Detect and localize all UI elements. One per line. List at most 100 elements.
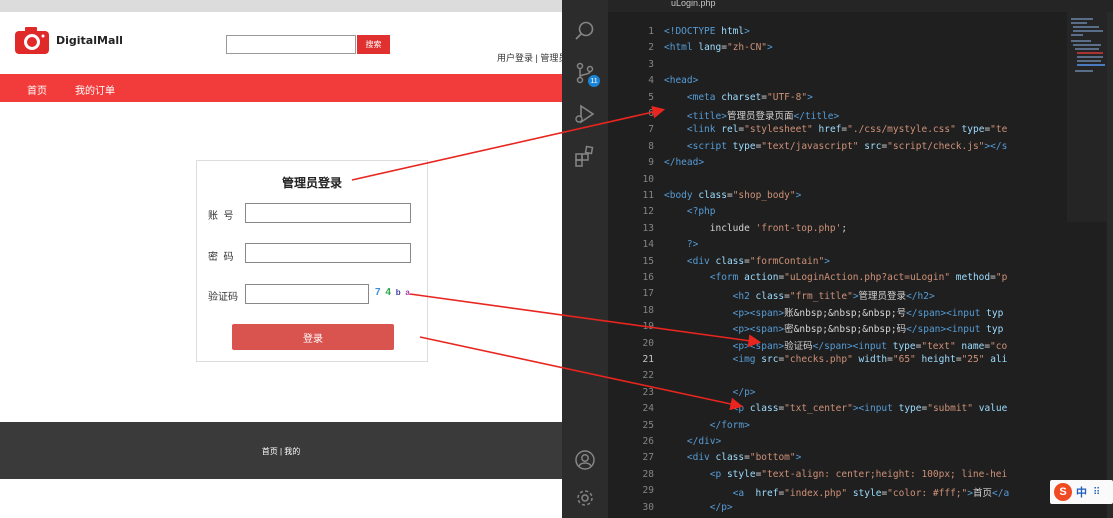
code-line[interactable]: <script type="text/javascript" src="scri… [664,141,1007,152]
captcha-char: b [395,288,402,297]
code-line[interactable]: <p class="txt_center"><input type="submi… [664,403,1008,414]
camera-icon [14,25,50,55]
settings-gear-icon[interactable] [574,487,596,509]
code-line[interactable]: </p> [664,502,733,513]
code-line[interactable]: <body class="shop_body"> [664,190,801,201]
line-number: 3 [648,58,654,70]
code-line[interactable]: <h2 class="frm_title">管理员登录</h2> [664,288,935,302]
line-number: 2 [648,42,654,54]
captcha-image[interactable]: 7 4 b a [375,287,411,298]
code-line[interactable]: include 'front-top.php'; [664,223,847,234]
line-number: 16 [642,272,654,283]
sogou-ime-icon[interactable]: S [1054,483,1072,501]
line-number: 12 [642,206,654,218]
line-number: 20 [642,337,654,349]
line-number: 25 [642,419,654,431]
activity-bar: 11 [562,0,608,518]
line-number: 9 [648,157,654,169]
captcha-input[interactable] [245,284,369,304]
line-number: 7 [648,124,654,136]
line-number: 21 [642,354,654,365]
line-number: 27 [642,452,654,464]
line-number: 15 [642,255,654,267]
code-line[interactable]: <html lang="zh-CN"> [664,42,773,53]
ime-menu-icon[interactable]: ⠿ [1093,487,1100,498]
main-nav: 首页 我的订单 [0,74,562,102]
code-line[interactable]: <p><span>账&nbsp;&nbsp;&nbsp;号</span><inp… [664,305,1004,319]
nav-item-home[interactable]: 首页 [27,82,47,97]
line-number: 1 [648,26,654,37]
code-line[interactable]: </form> [664,420,750,431]
line-number: 8 [648,140,654,152]
code-line[interactable]: <form action="uLoginAction.php?act=uLogi… [664,272,1008,283]
code-line[interactable]: <?php [664,206,716,217]
login-form: 管理员登录 账 号 密 码 验证码 7 4 b a 登录 [196,160,428,362]
code-line[interactable]: <img src="checks.php" width="65" height=… [664,354,1008,365]
run-debug-icon[interactable] [574,103,596,125]
tab-ulogin-php[interactable]: uLogin.php [671,0,716,8]
source-control-badge: 11 [588,75,600,87]
code-area[interactable]: <!DOCTYPE html> <html lang="zh-CN"> <head>… [664,12,1064,518]
line-number: 5 [648,91,654,103]
code-line[interactable]: </p> [664,387,756,398]
captcha-char: 7 [375,287,382,298]
line-number: 29 [642,485,654,497]
user-login-links[interactable]: 用户登录 | 管理员 [497,51,562,64]
site-logo[interactable]: DigitalMall [14,25,123,55]
line-number: 26 [642,436,654,447]
code-line[interactable]: <p><span>密&nbsp;&nbsp;&nbsp;码</span><inp… [664,321,1004,335]
line-number: 19 [642,321,654,333]
line-number: 24 [642,403,654,415]
browser-top-strip [0,0,562,12]
code-line[interactable]: <head> [664,75,698,86]
code-line[interactable]: <title>管理员登录页面</title> [664,108,839,122]
ime-language-toggle[interactable]: 中 [1076,484,1087,500]
line-number: 11 [642,190,654,201]
code-line[interactable]: <a href="index.php" style="color: #fff;"… [664,485,1010,499]
login-button[interactable]: 登录 [232,324,394,350]
search-icon[interactable] [574,20,596,42]
browser-page: DigitalMall 搜索 用户登录 | 管理员 首页 我的订单 管理员登录 … [0,0,562,518]
code-line[interactable]: <p style="text-align: center;height: 100… [664,469,1007,480]
password-input[interactable] [245,243,411,263]
line-number: 22 [642,370,654,382]
search-button[interactable]: 搜索 [357,35,390,54]
code-line[interactable]: ?> [664,239,698,250]
line-number: 23 [642,386,654,398]
code-line[interactable]: </div> [664,436,721,447]
account-input[interactable] [245,203,411,223]
password-label: 密 码 [208,252,234,263]
code-line[interactable]: <p><span>验证码</span><input type="text" na… [664,338,1008,352]
captcha-label: 验证码 [208,292,238,303]
minimap[interactable] [1067,12,1107,222]
editor-tab-strip: uLogin.php [608,0,1113,12]
line-number: 13 [642,222,654,234]
code-line[interactable]: <!DOCTYPE html> [664,26,750,37]
line-number: 18 [642,304,654,316]
line-number: 4 [648,75,654,87]
captcha-char: 4 [385,287,392,298]
vertical-scrollbar[interactable] [1107,12,1113,518]
nav-item-my-orders[interactable]: 我的订单 [75,82,115,97]
account-icon[interactable] [574,449,596,471]
code-line[interactable]: <meta charset="UTF-8"> [664,92,813,103]
captcha-char: a [405,288,411,297]
footer-links[interactable]: 首页 | 我的 [0,446,562,457]
account-label: 账 号 [208,211,234,222]
page-footer: 首页 | 我的 [0,422,562,479]
code-line[interactable]: </head> [664,157,704,168]
code-line[interactable]: <div class="bottom"> [664,452,801,463]
code-editor: uLogin.php 11 1 2 3 4 5 6 7 8 9 10 11 12 13 14 15 16 17 1… [562,0,1113,518]
code-line[interactable]: <link rel="stylesheet" href="./css/mysty… [664,124,1007,135]
line-number: 14 [642,239,654,251]
line-number: 10 [642,173,654,185]
login-title: 管理员登录 [281,176,342,190]
ime-toolbar[interactable]: S 中 ⠿ [1050,480,1113,504]
line-number: 17 [642,288,654,300]
line-number-gutter: 1 2 3 4 5 6 7 8 9 10 11 12 13 14 15 16 17 18 19 20 21 22 23 24 2… [608,12,654,518]
code-line[interactable]: <div class="formContain"> [664,256,830,267]
line-number: 6 [648,108,654,119]
extensions-icon[interactable] [574,145,596,167]
line-number: 30 [642,501,654,513]
search-input[interactable] [226,35,356,54]
